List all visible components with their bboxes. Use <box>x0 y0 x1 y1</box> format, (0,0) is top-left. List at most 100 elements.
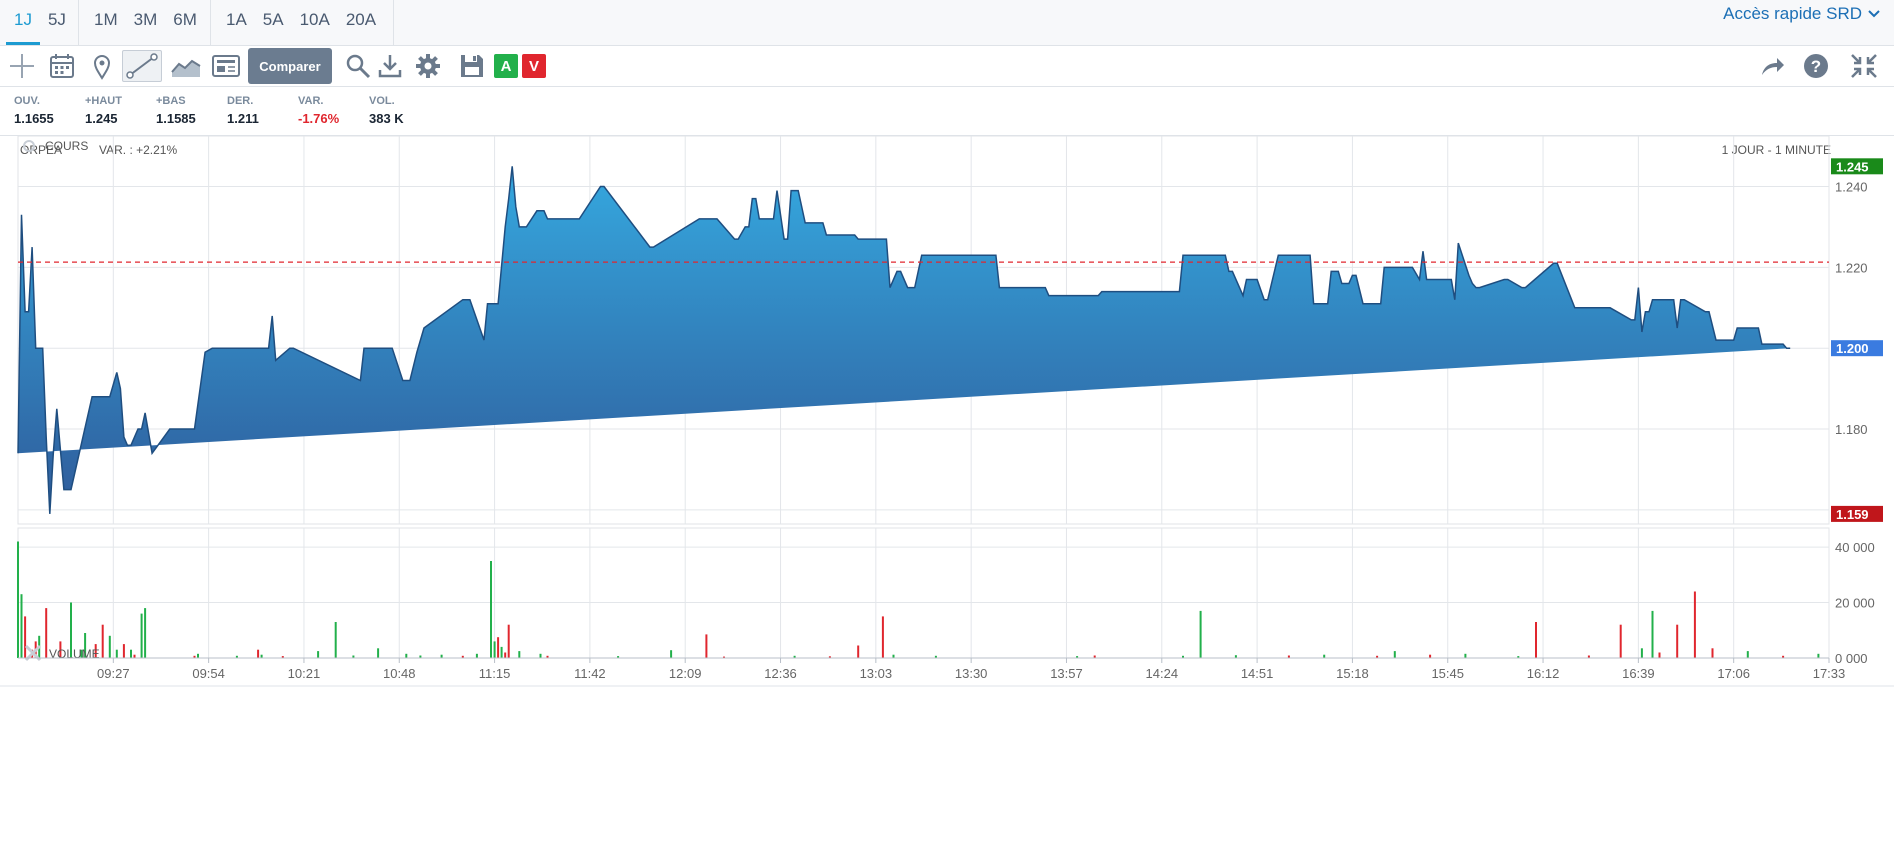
period-5j[interactable]: 5J <box>40 0 74 45</box>
time-tick-label: 16:39 <box>1622 666 1655 681</box>
time-tick-label: 12:09 <box>669 666 702 681</box>
volume-bar <box>405 653 408 658</box>
volume-bar <box>122 644 125 658</box>
volume-bar <box>1676 624 1679 658</box>
stat-value: -1.76% <box>298 111 340 126</box>
stat-variation: VAR. -1.76% <box>298 95 339 126</box>
instrument-variation: VAR. : +2.21% <box>99 143 177 157</box>
time-tick-label: 13:03 <box>860 666 893 681</box>
volume-bar <box>1393 651 1396 658</box>
time-tick-label: 12:36 <box>764 666 797 681</box>
volume-bar <box>705 634 708 658</box>
volume-bar <box>101 624 104 658</box>
volume-bar <box>1658 652 1661 658</box>
stat-volume: VOL. 383 K <box>369 95 404 126</box>
period-1a[interactable]: 1A <box>218 0 255 45</box>
volume-bar <box>1619 624 1622 658</box>
volume-bar <box>497 637 500 658</box>
quick-access-dropdown[interactable]: Accès rapide SRD <box>1723 4 1880 24</box>
volume-bar <box>1535 622 1537 658</box>
volume-bar <box>490 561 492 658</box>
time-tick-label: 09:54 <box>192 666 225 681</box>
time-tick-label: 17:06 <box>1717 666 1750 681</box>
stat-label: VOL. <box>369 95 395 107</box>
price-badge-last: 1.200 <box>1836 341 1869 356</box>
help-icon[interactable]: ? <box>1800 50 1832 82</box>
stat-open: OUV. 1.1655 <box>14 95 54 126</box>
gear-icon[interactable] <box>412 50 444 82</box>
chart-interval: 1 JOUR - 1 MINUTE <box>1722 143 1831 157</box>
area-chart-icon[interactable] <box>170 50 202 82</box>
stat-value: 1.1585 <box>156 111 196 126</box>
search-icon[interactable] <box>342 50 374 82</box>
stat-value: 1.245 <box>85 111 118 126</box>
pin-icon[interactable] <box>86 50 118 82</box>
panel-label-price: COURS <box>45 139 88 153</box>
volume-grid <box>17 527 1830 659</box>
period-1j[interactable]: 1J <box>6 0 40 45</box>
download-icon[interactable] <box>374 50 406 82</box>
volume-tick-label: 40 000 <box>1835 540 1875 555</box>
volume-bar <box>115 649 118 658</box>
toolbar: Comparer A V ? <box>0 46 1894 87</box>
time-tick-label: 10:48 <box>383 666 416 681</box>
volume-bar <box>507 624 510 658</box>
svg-text:?: ? <box>1811 57 1821 76</box>
time-tick-label: 13:57 <box>1050 666 1083 681</box>
volume-bar <box>1651 610 1654 658</box>
calendar-icon[interactable] <box>46 50 78 82</box>
time-tick-label: 10:21 <box>288 666 321 681</box>
volume-bar <box>493 641 496 658</box>
volume-bar <box>1640 648 1643 658</box>
line-draw-icon[interactable] <box>122 50 162 82</box>
save-icon[interactable] <box>456 50 488 82</box>
volume-bar <box>24 616 27 658</box>
volume-bar <box>881 616 884 658</box>
stat-value: 383 K <box>369 111 404 126</box>
volume-bar <box>857 645 860 658</box>
price-tick-label: 1.240 <box>1835 180 1868 195</box>
alert-buy-button[interactable]: A <box>494 54 518 78</box>
period-20a[interactable]: 20A <box>338 0 384 45</box>
volume-bar <box>1693 591 1696 658</box>
volume-bar <box>1464 653 1467 658</box>
volume-bar <box>45 608 48 658</box>
price-badge-low: 1.159 <box>1836 507 1869 522</box>
compare-button[interactable]: Comparer <box>248 48 332 84</box>
time-tick-label: 17:33 <box>1813 666 1846 681</box>
stat-value: 1.211 <box>227 111 259 126</box>
news-icon[interactable] <box>210 50 242 82</box>
period-3m[interactable]: 3M <box>126 0 166 45</box>
volume-bar <box>108 635 111 658</box>
panel-label-volume: VOLUME <box>49 647 100 661</box>
period-5a[interactable]: 5A <box>255 0 292 45</box>
stat-label: VAR. <box>298 95 324 107</box>
period-1m[interactable]: 1M <box>86 0 126 45</box>
quote-stats: OUV. 1.1655 +HAUT 1.245 +BAS 1.1585 DER.… <box>0 87 1894 136</box>
period-6m[interactable]: 6M <box>165 0 205 45</box>
price-badges: 1.245 1.200 1.159 <box>1831 158 1883 522</box>
share-icon[interactable] <box>1756 50 1788 82</box>
alert-sell-button[interactable]: V <box>522 54 546 78</box>
volume-axis: 0 000 20 000 40 000 <box>1835 540 1875 666</box>
volume-bar <box>504 652 507 658</box>
time-tick-label: 11:15 <box>479 666 511 681</box>
time-axis: 09:27 09:54 10:21 10:48 11:15 11:42 12:09 12:36… <box>0 657 1894 687</box>
volume-bar <box>539 653 542 658</box>
volume-bar <box>475 653 478 658</box>
volume-bar <box>317 651 320 658</box>
volume-bar <box>377 648 380 658</box>
crosshair-icon[interactable] <box>6 50 38 82</box>
volume-bar <box>1746 651 1749 658</box>
price-volume-chart[interactable]: ORPEA VAR. : +2.21% 1 JOUR - 1 MINUTE CO… <box>0 136 1894 846</box>
stat-label: OUV. <box>14 95 40 107</box>
volume-bar <box>500 646 503 658</box>
time-tick-label: 15:18 <box>1336 666 1369 681</box>
collapse-icon[interactable] <box>1848 50 1880 82</box>
volume-bar <box>518 651 521 658</box>
time-tick-label: 13:30 <box>955 666 988 681</box>
period-group-years: 1A 5A 10A 20A <box>218 0 394 45</box>
period-10a[interactable]: 10A <box>292 0 338 45</box>
stat-low: +BAS 1.1585 <box>156 95 196 126</box>
volume-bar <box>197 653 199 658</box>
